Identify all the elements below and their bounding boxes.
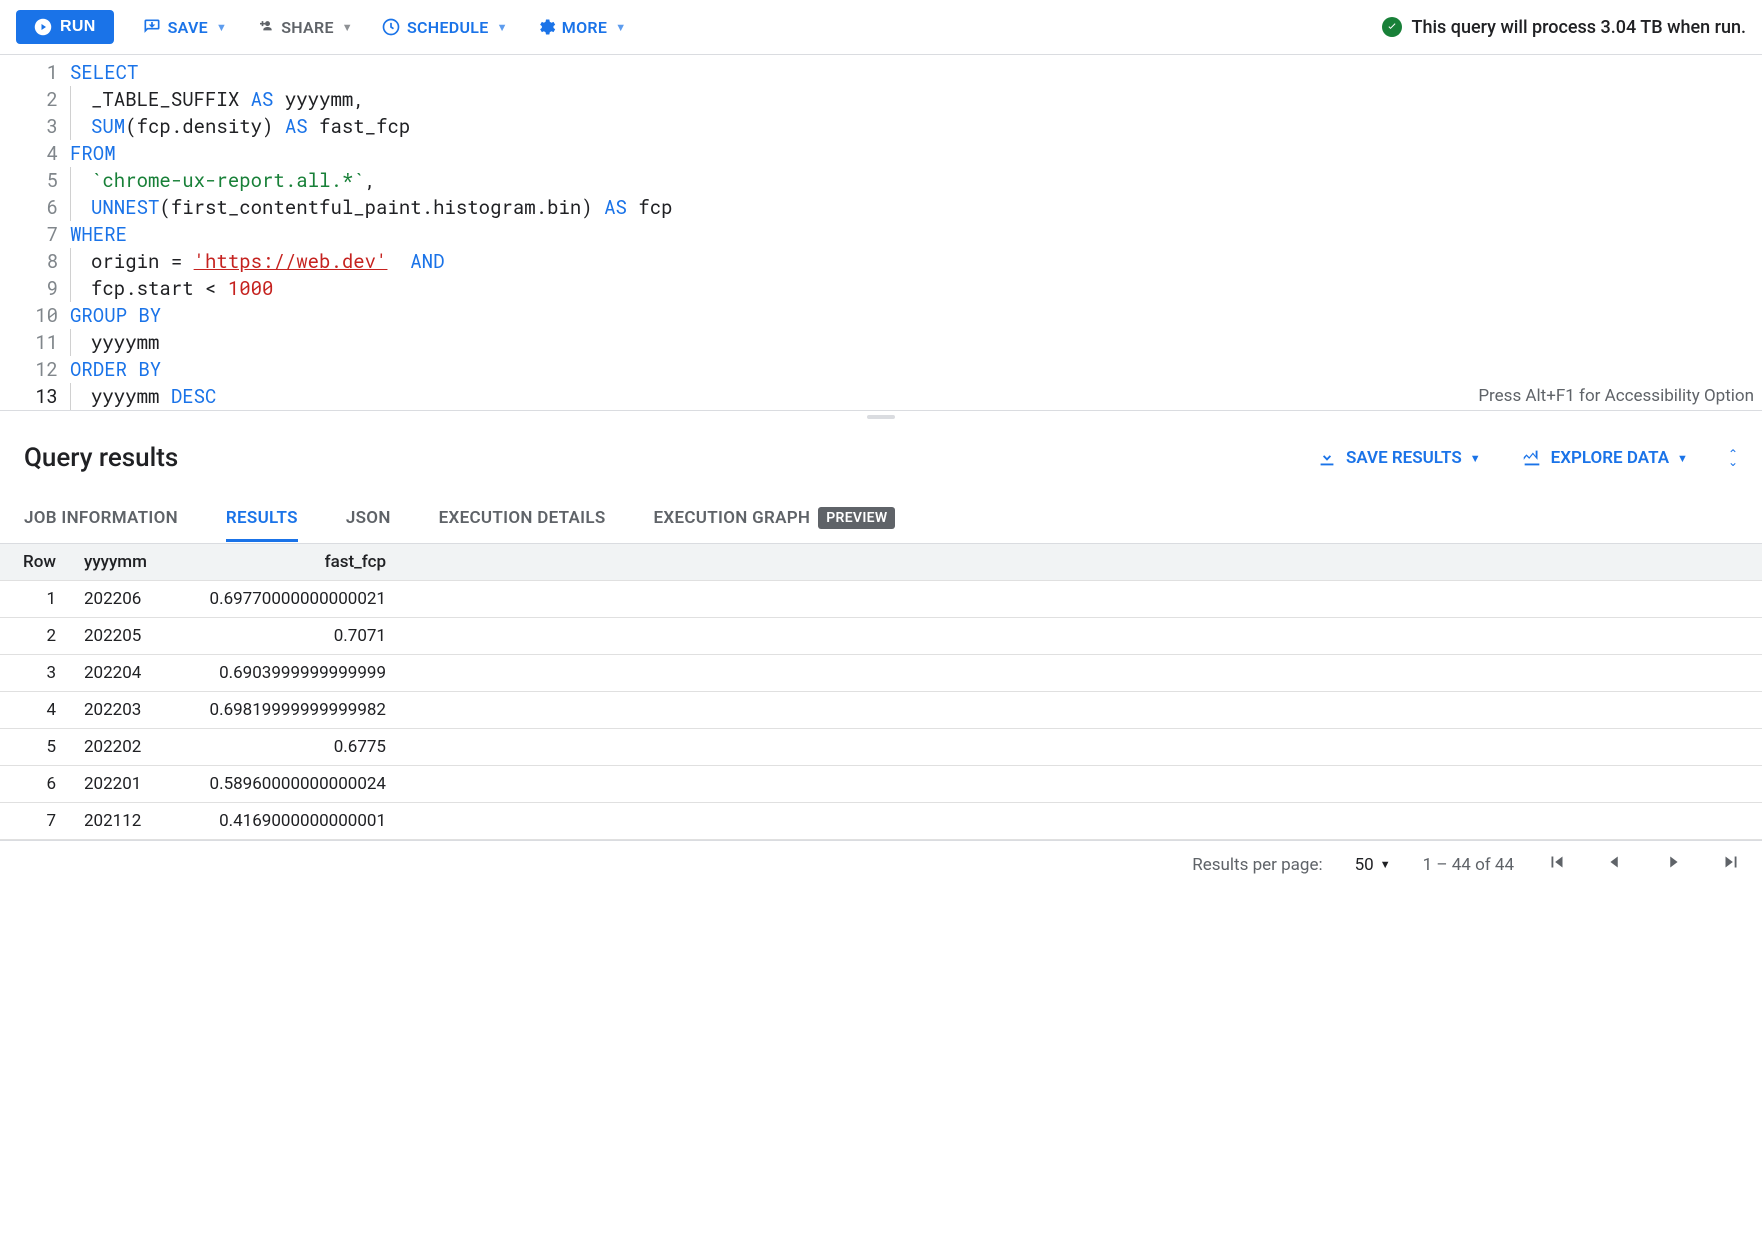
cell-yyyymm: 202202 xyxy=(70,729,180,766)
table-row[interactable]: 72021120.4169000000000001 xyxy=(0,803,1762,840)
tab-execution-details[interactable]: EXECUTION DETAILS xyxy=(439,494,606,542)
cell-fast-fcp: 0.7071 xyxy=(180,618,410,655)
cell-fast-fcp: 0.69819999999999982 xyxy=(180,692,410,729)
execution-graph-label: EXECUTION GRAPH xyxy=(654,508,811,528)
explore-data-button[interactable]: EXPLORE DATA ▼ xyxy=(1521,447,1688,469)
dropdown-icon: ▼ xyxy=(1677,452,1688,465)
cell-empty xyxy=(410,803,1762,840)
per-page-label: Results per page: xyxy=(1192,855,1322,875)
dropdown-icon: ▼ xyxy=(216,21,227,34)
results-title: Query results xyxy=(24,443,178,473)
cell-row: 5 xyxy=(0,729,70,766)
per-page-select[interactable]: 50 ▼ xyxy=(1355,855,1391,875)
last-page-button[interactable] xyxy=(1720,851,1742,878)
per-page-value: 50 xyxy=(1355,855,1374,875)
explore-data-label: EXPLORE DATA xyxy=(1551,448,1669,468)
save-results-label: SAVE RESULTS xyxy=(1346,448,1462,468)
check-icon xyxy=(1382,17,1402,37)
gear-icon xyxy=(536,17,556,37)
table-row[interactable]: 42022030.69819999999999982 xyxy=(0,692,1762,729)
cell-row: 4 xyxy=(0,692,70,729)
cell-empty xyxy=(410,655,1762,692)
cell-yyyymm: 202205 xyxy=(70,618,180,655)
cell-row: 6 xyxy=(0,766,70,803)
more-label: MORE xyxy=(562,18,607,37)
col-empty xyxy=(410,544,1762,581)
col-row[interactable]: Row xyxy=(0,544,70,581)
col-yyyymm[interactable]: yyyymm xyxy=(70,544,180,581)
results-pager: Results per page: 50 ▼ 1 – 44 of 44 xyxy=(0,840,1762,888)
cell-yyyymm: 202206 xyxy=(70,581,180,618)
preview-badge: PREVIEW xyxy=(818,507,895,529)
run-button[interactable]: RUN xyxy=(16,10,114,44)
play-icon xyxy=(34,18,52,36)
cell-row: 2 xyxy=(0,618,70,655)
status-text: This query will process 3.04 TB when run… xyxy=(1412,17,1747,38)
next-page-button[interactable] xyxy=(1662,851,1684,878)
cell-yyyymm: 202201 xyxy=(70,766,180,803)
share-icon xyxy=(255,17,275,37)
more-button[interactable]: MORE ▼ xyxy=(536,17,627,37)
resize-handle[interactable] xyxy=(0,410,1762,423)
dropdown-icon: ▼ xyxy=(497,21,508,34)
dropdown-icon: ▼ xyxy=(342,21,353,34)
clock-icon xyxy=(381,17,401,37)
cell-row: 3 xyxy=(0,655,70,692)
sql-editor[interactable]: 1 2 3 4 5 6 7 8 9 10 11 12 13 SELECT _TA… xyxy=(0,55,1762,410)
table-row[interactable]: 52022020.6775 xyxy=(0,729,1762,766)
table-row[interactable]: 12022060.69770000000000021 xyxy=(0,581,1762,618)
prev-page-button[interactable] xyxy=(1604,851,1626,878)
tab-json[interactable]: JSON xyxy=(346,494,391,542)
cell-empty xyxy=(410,618,1762,655)
results-header: Query results SAVE RESULTS ▼ EXPLORE DAT… xyxy=(0,423,1762,493)
cell-fast-fcp: 0.4169000000000001 xyxy=(180,803,410,840)
cell-empty xyxy=(410,692,1762,729)
results-tabs: JOB INFORMATION RESULTS JSON EXECUTION D… xyxy=(0,493,1762,544)
cell-empty xyxy=(410,766,1762,803)
cell-empty xyxy=(410,581,1762,618)
page-range: 1 – 44 of 44 xyxy=(1423,855,1514,875)
results-table: Row yyyymm fast_fcp 12022060.69770000000… xyxy=(0,544,1762,840)
save-label: SAVE xyxy=(168,18,208,37)
col-fast-fcp[interactable]: fast_fcp xyxy=(180,544,410,581)
dropdown-icon: ▼ xyxy=(1470,452,1481,465)
save-results-button[interactable]: SAVE RESULTS ▼ xyxy=(1316,447,1481,469)
cell-yyyymm: 202112 xyxy=(70,803,180,840)
save-icon xyxy=(142,17,162,37)
first-page-button[interactable] xyxy=(1546,851,1568,878)
line-gutter: 1 2 3 4 5 6 7 8 9 10 11 12 13 xyxy=(0,59,70,410)
table-row[interactable]: 62022010.58960000000000024 xyxy=(0,766,1762,803)
chart-icon xyxy=(1521,447,1543,469)
cell-fast-fcp: 0.6775 xyxy=(180,729,410,766)
dropdown-icon: ▼ xyxy=(615,21,626,34)
cell-fast-fcp: 0.69770000000000021 xyxy=(180,581,410,618)
share-button[interactable]: SHARE ▼ xyxy=(255,17,353,37)
cell-empty xyxy=(410,729,1762,766)
table-row[interactable]: 32022040.6903999999999999 xyxy=(0,655,1762,692)
query-status: This query will process 3.04 TB when run… xyxy=(1382,17,1747,38)
cell-fast-fcp: 0.58960000000000024 xyxy=(180,766,410,803)
accessibility-hint: Press Alt+F1 for Accessibility Option xyxy=(1478,386,1754,406)
collapse-icon[interactable]: ⌃⌄ xyxy=(1728,450,1738,466)
tab-job-information[interactable]: JOB INFORMATION xyxy=(24,494,178,542)
save-button[interactable]: SAVE ▼ xyxy=(142,17,228,37)
cell-yyyymm: 202204 xyxy=(70,655,180,692)
share-label: SHARE xyxy=(281,18,334,37)
table-row[interactable]: 22022050.7071 xyxy=(0,618,1762,655)
tab-execution-graph[interactable]: EXECUTION GRAPH PREVIEW xyxy=(654,493,896,543)
cell-row: 7 xyxy=(0,803,70,840)
download-icon xyxy=(1316,447,1338,469)
toolbar: RUN SAVE ▼ SHARE ▼ SCHEDULE ▼ MORE ▼ Thi… xyxy=(0,0,1762,55)
dropdown-icon: ▼ xyxy=(1380,858,1391,871)
schedule-label: SCHEDULE xyxy=(407,18,489,37)
tab-results[interactable]: RESULTS xyxy=(226,494,298,542)
cell-yyyymm: 202203 xyxy=(70,692,180,729)
cell-row: 1 xyxy=(0,581,70,618)
schedule-button[interactable]: SCHEDULE ▼ xyxy=(381,17,508,37)
run-label: RUN xyxy=(60,18,96,36)
code-area[interactable]: SELECT _TABLE_SUFFIX AS yyyymm, SUM(fcp.… xyxy=(70,59,1762,410)
cell-fast-fcp: 0.6903999999999999 xyxy=(180,655,410,692)
